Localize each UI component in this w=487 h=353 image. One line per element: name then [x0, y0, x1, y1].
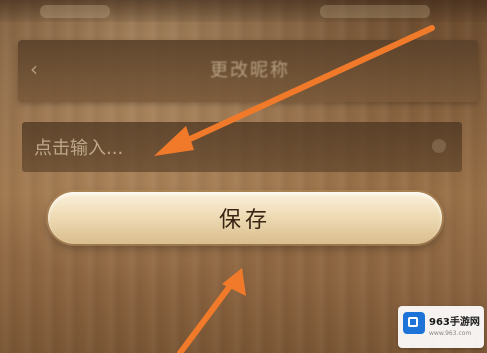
status-bar-right	[320, 5, 430, 18]
watermark-badge: 963手游网 www.963.com	[398, 306, 484, 348]
save-button[interactable]: 保存	[48, 192, 442, 244]
nickname-input-row	[22, 122, 462, 172]
clear-icon[interactable]	[432, 139, 446, 153]
status-bar-left	[40, 5, 110, 18]
arrow-to-save	[177, 279, 236, 353]
page-title: 更改昵称	[210, 60, 290, 81]
arrow-to-save-head	[222, 268, 246, 296]
chevron-left-icon[interactable]: ‹	[30, 58, 44, 80]
watermark-url: www.963.com	[429, 330, 472, 337]
site-logo-icon	[403, 312, 425, 334]
game-screen: ‹ 更改昵称 保存 963手游网 www.963.com	[0, 0, 487, 353]
status-bar	[0, 0, 487, 22]
watermark-name: 963手游网	[429, 317, 480, 328]
nickname-input[interactable]	[32, 130, 416, 166]
